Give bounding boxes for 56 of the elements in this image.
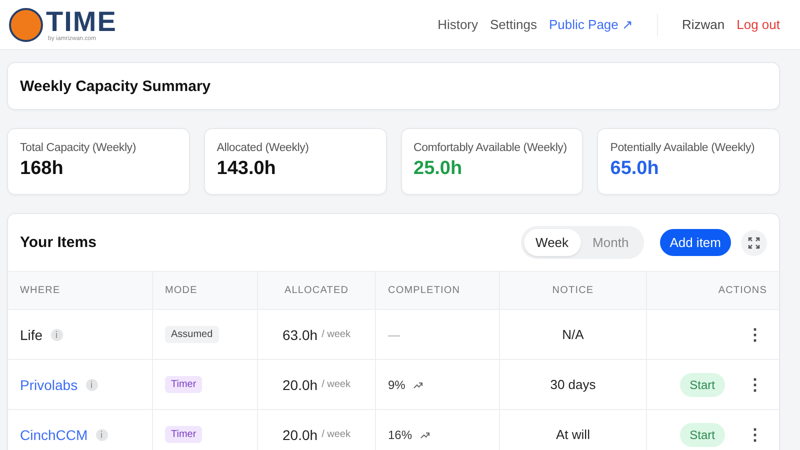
more-menu-button[interactable]: ⋮ [743, 374, 767, 394]
logo-title: TIME [46, 8, 117, 36]
column-header: NOTICE [500, 271, 647, 309]
info-icon[interactable] [86, 378, 98, 390]
stat-value: 143.0h [216, 158, 277, 180]
column-header: ALLOCATED [258, 271, 376, 309]
add-item-button[interactable]: Add item [660, 229, 731, 256]
column-header: ACTIONS [647, 271, 779, 309]
allocated-unit: / week [322, 329, 350, 340]
mode-badge: Timer [165, 426, 202, 443]
trend-up-icon [420, 430, 430, 438]
column-header: WHERE [8, 271, 153, 309]
completion-value: 9% [388, 378, 406, 392]
logo-icon [8, 6, 44, 42]
item-name: Life [20, 326, 43, 342]
expand-icon [748, 236, 760, 248]
summary-title: Weekly Capacity Summary [20, 78, 211, 94]
trend-up-icon [413, 380, 424, 388]
notice-value: 30 days [550, 377, 596, 392]
column-header: MODE [153, 271, 258, 309]
completion-value: 16% [388, 428, 412, 442]
period-tab[interactable]: Month [580, 229, 641, 256]
stat-label: Allocated (Weekly) [216, 142, 310, 154]
user-name: Rizwan [682, 17, 725, 32]
info-icon[interactable] [50, 328, 63, 340]
stat-value: 65.0h [610, 158, 660, 180]
start-button[interactable]: Start [680, 372, 725, 396]
allocated-value: 20.0h [282, 426, 318, 442]
column-header: COMPLETION [376, 271, 500, 309]
stat-label: Total Capacity (Weekly) [20, 142, 137, 154]
more-menu-button[interactable]: ⋮ [743, 324, 767, 344]
nav-link[interactable]: Public Page ↗ [549, 17, 633, 32]
stat-label: Comfortably Available (Weekly) [414, 142, 568, 154]
item-link[interactable]: Privolabs [20, 376, 78, 392]
allocated-value: 63.0h [282, 326, 318, 342]
allocated-unit: / week [322, 379, 350, 390]
notice-value: N/A [562, 327, 584, 342]
nav-link[interactable]: Settings [490, 17, 537, 32]
start-button[interactable]: Start [680, 422, 725, 446]
completion-value: — [388, 328, 400, 342]
stat-value: 25.0h [414, 158, 464, 180]
mode-badge: Timer [165, 376, 202, 393]
info-icon[interactable] [96, 428, 108, 440]
more-menu-button[interactable]: ⋮ [743, 424, 767, 444]
expand-button[interactable] [741, 230, 767, 256]
item-link[interactable]: CinchCCM [20, 426, 88, 442]
logout-link[interactable]: Log out [736, 17, 780, 32]
stat-value: 168h [20, 158, 64, 180]
items-title: Your Items [20, 234, 96, 251]
nav-link[interactable]: History [438, 17, 478, 32]
period-tab[interactable]: Week [524, 229, 581, 256]
allocated-unit: / week [322, 429, 350, 440]
mode-badge: Assumed [165, 326, 219, 343]
allocated-value: 20.0h [282, 376, 318, 392]
notice-value: At will [556, 427, 590, 442]
stat-label: Potentially Available (Weekly) [610, 142, 756, 154]
